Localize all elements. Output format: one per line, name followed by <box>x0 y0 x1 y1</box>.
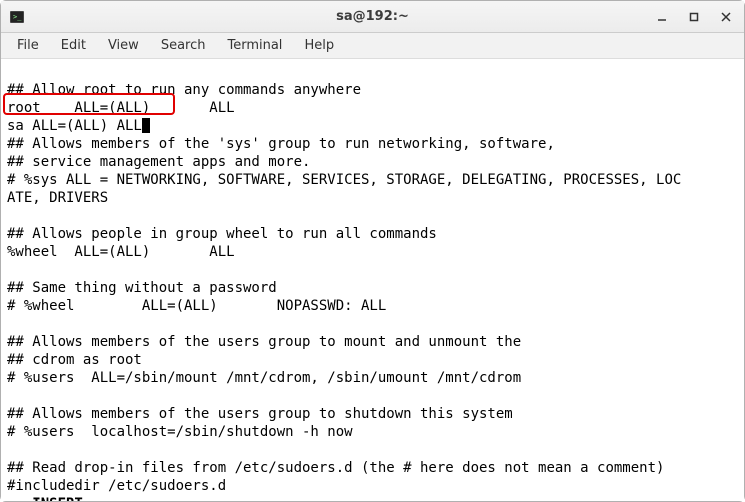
menu-file[interactable]: File <box>7 35 49 56</box>
terminal-line: ## Same thing without a password <box>7 280 277 296</box>
terminal-line: %wheel ALL=(ALL) ALL <box>7 244 235 260</box>
terminal-line: ## service management apps and more. <box>7 154 310 170</box>
terminal-viewport[interactable]: ## Allow root to run any commands anywhe… <box>1 59 744 501</box>
terminal-line: ATE, DRIVERS <box>7 190 108 206</box>
terminal-line: # %users localhost=/sbin/shutdown -h now <box>7 424 353 440</box>
window-title: sa@192:~ <box>1 9 744 24</box>
menu-edit[interactable]: Edit <box>51 35 96 56</box>
terminal-line: # %users ALL=/sbin/mount /mnt/cdrom, /sb… <box>7 370 521 386</box>
svg-text:>_: >_ <box>13 13 22 21</box>
titlebar: >_ sa@192:~ <box>1 1 744 33</box>
terminal-line: ## Allows members of the users group to … <box>7 334 521 350</box>
text-cursor <box>142 118 150 133</box>
terminal-line: root ALL=(ALL) ALL <box>7 100 235 116</box>
menu-terminal[interactable]: Terminal <box>217 35 292 56</box>
menubar: File Edit View Search Terminal Help <box>1 33 744 59</box>
terminal-line: ## Allows people in group wheel to run a… <box>7 226 437 242</box>
close-button[interactable] <box>716 7 736 27</box>
menu-search[interactable]: Search <box>151 35 216 56</box>
terminal-line: ## Allows members of the users group to … <box>7 406 513 422</box>
terminal-line: ## cdrom as root <box>7 352 142 368</box>
vim-mode-status: -- INSERT -- <box>7 496 108 501</box>
maximize-button[interactable] <box>684 7 704 27</box>
terminal-line: # %wheel ALL=(ALL) NOPASSWD: ALL <box>7 298 386 314</box>
menu-view[interactable]: View <box>98 35 149 56</box>
terminal-line: #includedir /etc/sudoers.d <box>7 478 226 494</box>
terminal-line: ## Read drop-in files from /etc/sudoers.… <box>7 460 664 476</box>
menu-help[interactable]: Help <box>294 35 344 56</box>
terminal-line: sa ALL=(ALL) ALL <box>7 118 142 134</box>
minimize-button[interactable] <box>652 7 672 27</box>
terminal-line: ## Allow root to run any commands anywhe… <box>7 82 361 98</box>
terminal-app-icon: >_ <box>9 9 25 25</box>
window-controls <box>652 7 736 27</box>
terminal-line: # %sys ALL = NETWORKING, SOFTWARE, SERVI… <box>7 172 681 188</box>
terminal-line: ## Allows members of the 'sys' group to … <box>7 136 555 152</box>
